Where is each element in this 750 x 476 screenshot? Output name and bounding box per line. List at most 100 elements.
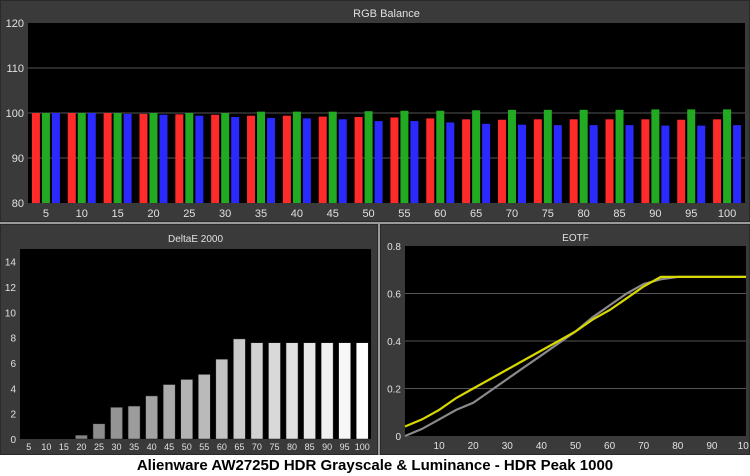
bar — [579, 109, 588, 203]
x-tick-label: 45 — [327, 208, 339, 220]
bar — [320, 342, 334, 440]
bar — [302, 118, 311, 203]
bar — [77, 113, 86, 203]
bar — [605, 119, 614, 203]
bar — [268, 342, 281, 440]
x-tick-label: 70 — [506, 208, 518, 220]
x-tick-label: 10 — [76, 208, 88, 220]
x-tick-label: 65 — [234, 442, 244, 452]
y-tick-label: 120 — [6, 18, 24, 30]
bar — [517, 124, 526, 203]
bar — [364, 111, 373, 203]
bar — [139, 113, 148, 203]
x-tick-label: 35 — [129, 442, 139, 452]
bar — [267, 117, 276, 203]
x-tick-label: 60 — [434, 208, 446, 220]
y-tick-label: 6 — [10, 359, 16, 370]
x-tick-label: 70 — [638, 441, 650, 452]
x-tick-label: 50 — [182, 442, 192, 452]
y-tick-label: 100 — [6, 108, 24, 120]
bar — [661, 125, 670, 203]
eotf-panel: EOTF 0 0.2 0.4 0.6 0.8 10 20 30 40 50 60 70 80 90 100 — [380, 224, 750, 455]
bar — [303, 342, 316, 440]
bar — [713, 119, 722, 203]
bar — [87, 113, 96, 203]
x-tick-label: 55 — [199, 442, 209, 452]
y-tick-label: 0 — [395, 432, 401, 443]
bar — [553, 125, 562, 203]
bar — [569, 119, 578, 203]
y-tick-label: 0.2 — [387, 385, 401, 396]
bar — [697, 125, 706, 203]
bar — [507, 109, 516, 203]
bar — [195, 115, 204, 203]
bar — [103, 113, 112, 203]
chart-caption: Alienware AW2725D HDR Grayscale & Lumina… — [0, 455, 750, 476]
x-tick-label: 60 — [217, 442, 227, 452]
bar — [159, 114, 168, 203]
x-tick-label: 100 — [355, 442, 370, 452]
bar — [127, 405, 141, 440]
y-tick-label: 90 — [12, 153, 24, 165]
y-tick-label: 110 — [6, 63, 24, 75]
y-tick-label: 10 — [5, 308, 17, 319]
x-tick-label: 95 — [340, 442, 350, 452]
bar — [400, 110, 409, 203]
x-tick-label: 15 — [112, 208, 124, 220]
x-tick-label: 75 — [542, 208, 554, 220]
x-tick-label: 80 — [578, 208, 590, 220]
x-tick-label: 10 — [434, 441, 446, 452]
x-tick-label: 5 — [26, 442, 31, 452]
x-tick-label: 90 — [322, 442, 332, 452]
bar — [723, 109, 732, 203]
bar — [75, 434, 88, 440]
bar — [338, 342, 351, 440]
bar — [687, 109, 696, 203]
bar — [677, 119, 686, 203]
deltae-chart: DeltaE 2000 0 2 4 6 8 10 12 14 5 10 15 20 25 30 35 40 45 5… — [5, 234, 371, 452]
bar — [175, 114, 184, 203]
bar — [231, 117, 240, 203]
bar — [110, 407, 123, 440]
x-tick-label: 20 — [468, 441, 480, 452]
y-tick-label: 0.6 — [387, 290, 401, 301]
bar — [446, 122, 455, 203]
x-tick-label: 20 — [76, 442, 86, 452]
bar — [625, 125, 634, 203]
x-tick-label: 40 — [536, 441, 548, 452]
bar — [233, 338, 246, 440]
x-tick-label: 50 — [570, 441, 582, 452]
bar — [482, 123, 491, 203]
chart-title: EOTF — [562, 233, 589, 244]
bar — [533, 119, 542, 203]
bar — [257, 111, 266, 203]
plot-area — [20, 249, 371, 439]
bar — [113, 113, 122, 203]
bar — [215, 358, 229, 440]
bar — [641, 119, 650, 203]
rgb-balance-chart: RGB Balance 80 90 100 110 120 5 10 15 20 25 30 35 40 4… — [6, 8, 745, 220]
x-tick-label: 60 — [604, 441, 616, 452]
bar — [282, 115, 291, 203]
bar — [145, 395, 158, 440]
x-tick-label: 85 — [305, 442, 315, 452]
y-tick-label: 0.4 — [387, 337, 401, 348]
y-tick-label: 4 — [10, 384, 16, 395]
x-tick-label: 40 — [147, 442, 157, 452]
y-tick-label: 8 — [10, 334, 16, 345]
x-tick-label: 15 — [59, 442, 69, 452]
x-tick-label: 45 — [164, 442, 174, 452]
bar — [31, 113, 40, 203]
x-tick-label: 55 — [398, 208, 410, 220]
x-tick-label: 40 — [291, 208, 303, 220]
bar — [338, 119, 347, 203]
bar — [162, 384, 176, 440]
x-tick-label: 25 — [94, 442, 104, 452]
x-tick-label: 80 — [287, 442, 297, 452]
eotf-chart: EOTF 0 0.2 0.4 0.6 0.8 10 20 30 40 50 60 70 80 90 100 — [387, 233, 750, 452]
bar — [615, 109, 624, 203]
y-tick-label: 0 — [10, 435, 16, 446]
bar — [472, 110, 481, 203]
bar — [462, 119, 471, 203]
bar — [426, 118, 435, 203]
